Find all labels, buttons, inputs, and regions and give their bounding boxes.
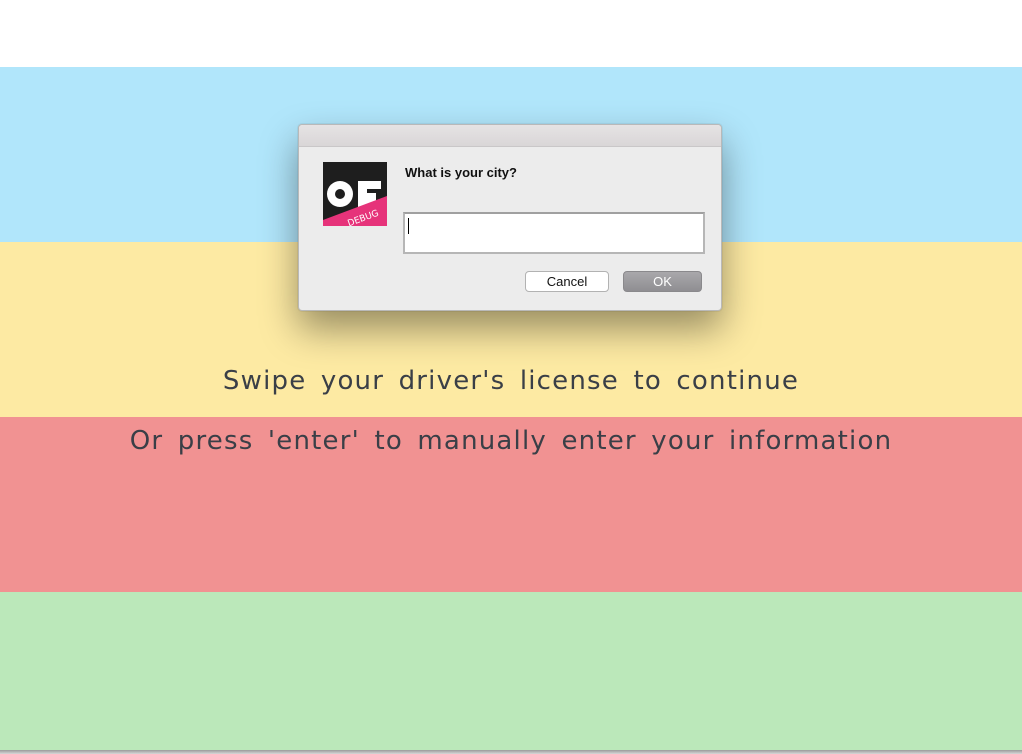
dialog-titlebar[interactable] — [299, 125, 721, 147]
text-caret — [408, 218, 409, 234]
cancel-button[interactable]: Cancel — [525, 271, 609, 292]
band-green — [0, 592, 1022, 750]
city-prompt-dialog: DEBUG What is your city? Cancel OK — [298, 124, 722, 311]
app-logo-icon: DEBUG — [323, 162, 387, 226]
window-bottom-edge — [0, 750, 1022, 754]
city-input[interactable] — [403, 212, 705, 254]
dialog-message: What is your city? — [405, 165, 517, 180]
manual-entry-prompt: Or press 'enter' to manually enter your … — [129, 426, 893, 456]
kiosk-screen: Swipe your driver's license to continue … — [0, 0, 1022, 754]
ok-button[interactable]: OK — [623, 271, 702, 292]
swipe-license-prompt: Swipe your driver's license to continue — [222, 366, 800, 396]
